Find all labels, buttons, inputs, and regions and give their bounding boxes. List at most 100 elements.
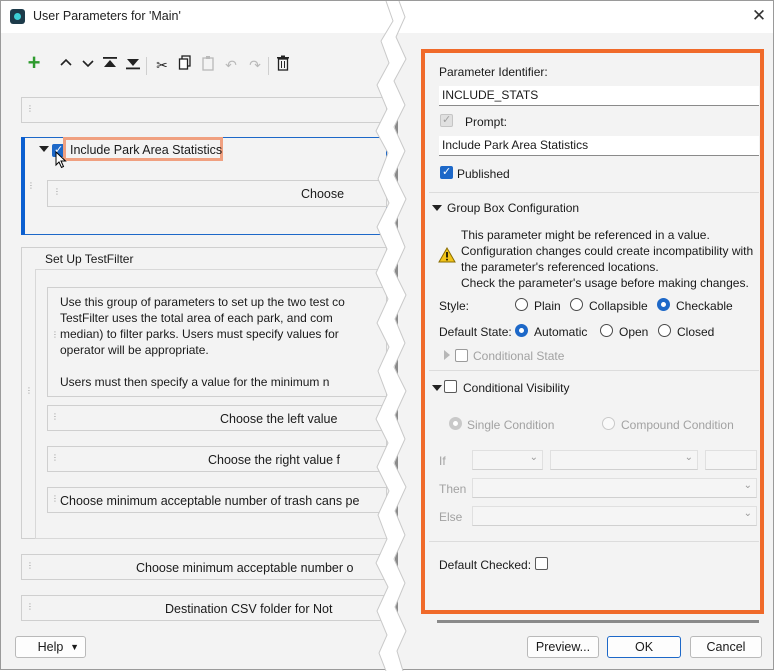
single-condition-radio[interactable] <box>449 417 462 430</box>
caret-down-icon: ▼ <box>70 642 79 652</box>
description-line: operator will be appropriate. <box>60 343 209 357</box>
chevron-down-icon: ⌄ <box>743 480 752 491</box>
toolbar-separator <box>146 57 147 75</box>
tree-child-label: Choose the left value <box>220 412 338 426</box>
conditional-visibility-title: Conditional Visibility <box>463 381 570 395</box>
selection-indicator <box>21 137 25 235</box>
tree-group-label: Set Up TestFilter <box>45 252 134 266</box>
state-open-label: Open <box>619 325 649 339</box>
torn-edge-divider <box>375 1 407 671</box>
compound-condition-label: Compound Condition <box>621 418 734 432</box>
conditional-state-label: Conditional State <box>473 349 565 363</box>
section-divider <box>429 370 759 371</box>
add-parameter-icon[interactable]: + <box>24 52 44 74</box>
single-condition-label: Single Condition <box>467 418 555 432</box>
move-to-top-icon[interactable] <box>100 55 120 75</box>
chevron-down-icon: ⌄ <box>743 508 752 519</box>
tree-child-label: Choose the right value f <box>208 453 341 467</box>
prompt-checkbox[interactable] <box>440 113 453 127</box>
delete-icon[interactable] <box>273 55 293 75</box>
chevron-down-icon: ⌄ <box>529 452 538 463</box>
expand-arrow-icon[interactable] <box>444 350 450 360</box>
drag-handle-icon[interactable]: ⋮ <box>53 188 61 196</box>
drag-handle-icon[interactable]: ⋮ <box>26 603 34 611</box>
drag-handle-icon[interactable]: ⋮ <box>51 331 59 339</box>
description-line: median) to filter parks. Users must spec… <box>60 327 339 341</box>
collapse-arrow-icon[interactable] <box>432 385 442 391</box>
redo-icon[interactable]: ↷ <box>245 55 265 75</box>
state-closed-label: Closed <box>677 325 715 339</box>
state-closed-radio[interactable] <box>658 324 671 337</box>
cut-icon[interactable]: ✂ <box>152 55 172 75</box>
description-line: TestFilter uses the total area of each p… <box>60 311 333 325</box>
tree-group-label: Include Park Area Statistics <box>70 143 223 157</box>
style-plain-label: Plain <box>534 299 561 313</box>
style-checkable-label: Checkable <box>676 299 733 313</box>
published-label: Published <box>457 167 510 181</box>
style-checkable-radio[interactable] <box>657 298 670 311</box>
else-select[interactable]: ⌄ <box>472 506 757 526</box>
warning-icon <box>438 246 456 263</box>
close-icon[interactable]: ✕ <box>750 6 768 26</box>
then-select[interactable]: ⌄ <box>472 478 757 498</box>
cancel-button[interactable]: Cancel <box>690 636 762 658</box>
help-button[interactable]: Help ▼ <box>15 636 86 658</box>
published-checkbox[interactable] <box>440 165 453 179</box>
tree-row-label: Choose minimum acceptable number o <box>136 561 354 575</box>
style-collapsible-radio[interactable] <box>570 298 583 311</box>
drag-handle-icon[interactable]: ⋮ <box>25 387 33 395</box>
then-label: Then <box>439 482 467 496</box>
collapse-arrow-icon[interactable] <box>432 205 442 211</box>
prompt-input[interactable]: Include Park Area Statistics <box>439 136 759 156</box>
state-open-radio[interactable] <box>600 324 613 337</box>
copy-icon[interactable] <box>175 55 195 75</box>
description-line: Use this group of parameters to set up t… <box>60 295 345 309</box>
undo-icon[interactable]: ↶ <box>221 55 241 75</box>
app-icon <box>10 9 25 24</box>
default-state-label: Default State: <box>439 325 512 339</box>
drag-handle-icon[interactable]: ⋮ <box>51 413 59 421</box>
properties-scrollbar[interactable] <box>437 620 759 623</box>
if-value-input[interactable] <box>705 450 757 470</box>
chevron-down-icon: ⌄ <box>684 452 693 463</box>
if-operator-select[interactable]: ⌄ <box>550 450 698 470</box>
move-down-icon[interactable] <box>78 55 98 75</box>
tree-child-label: Choose minimum acceptable number of tras… <box>60 494 360 508</box>
preview-button[interactable]: Preview... <box>527 636 599 658</box>
section-divider <box>429 192 759 193</box>
warning-line: the parameter's referenced locations. <box>461 260 659 274</box>
drag-handle-icon[interactable]: ⋮ <box>51 454 59 462</box>
conditional-visibility-checkbox[interactable] <box>444 380 457 393</box>
group-box-section-title: Group Box Configuration <box>447 201 580 215</box>
drag-handle-icon[interactable]: ⋮ <box>27 182 35 190</box>
state-automatic-label: Automatic <box>534 325 588 339</box>
warning-line: Configuration changes could create incom… <box>461 244 754 258</box>
warning-line: This parameter might be referenced in a … <box>461 228 710 242</box>
drag-handle-icon[interactable]: ⋮ <box>26 105 34 113</box>
identifier-input[interactable]: INCLUDE_STATS <box>439 86 759 106</box>
warning-line: Check the parameter's usage before makin… <box>461 276 749 290</box>
if-parameter-select[interactable]: ⌄ <box>472 450 543 470</box>
else-label: Else <box>439 510 463 524</box>
style-plain-radio[interactable] <box>515 298 528 311</box>
ok-button[interactable]: OK <box>607 636 681 658</box>
move-up-icon[interactable] <box>56 55 76 75</box>
compound-condition-radio[interactable] <box>602 417 615 430</box>
paste-icon[interactable] <box>198 55 218 75</box>
state-automatic-radio[interactable] <box>515 324 528 337</box>
drag-handle-icon[interactable]: ⋮ <box>51 495 59 503</box>
default-checked-checkbox[interactable] <box>535 557 548 570</box>
mouse-cursor-icon <box>55 150 67 174</box>
toolbar-separator <box>268 57 269 75</box>
style-collapsible-label: Collapsible <box>589 299 648 313</box>
conditional-state-checkbox[interactable] <box>455 349 468 362</box>
default-checked-label: Default Checked: <box>439 558 532 572</box>
tree-row-label: Destination CSV folder for Not <box>165 602 333 616</box>
section-divider <box>429 541 759 542</box>
drag-handle-icon[interactable]: ⋮ <box>26 562 34 570</box>
if-label: If <box>439 454 446 468</box>
window-title: User Parameters for 'Main' <box>33 9 181 23</box>
prompt-label: Prompt: <box>465 115 508 129</box>
move-to-bottom-icon[interactable] <box>123 55 143 75</box>
expand-arrow-icon[interactable] <box>39 146 49 152</box>
